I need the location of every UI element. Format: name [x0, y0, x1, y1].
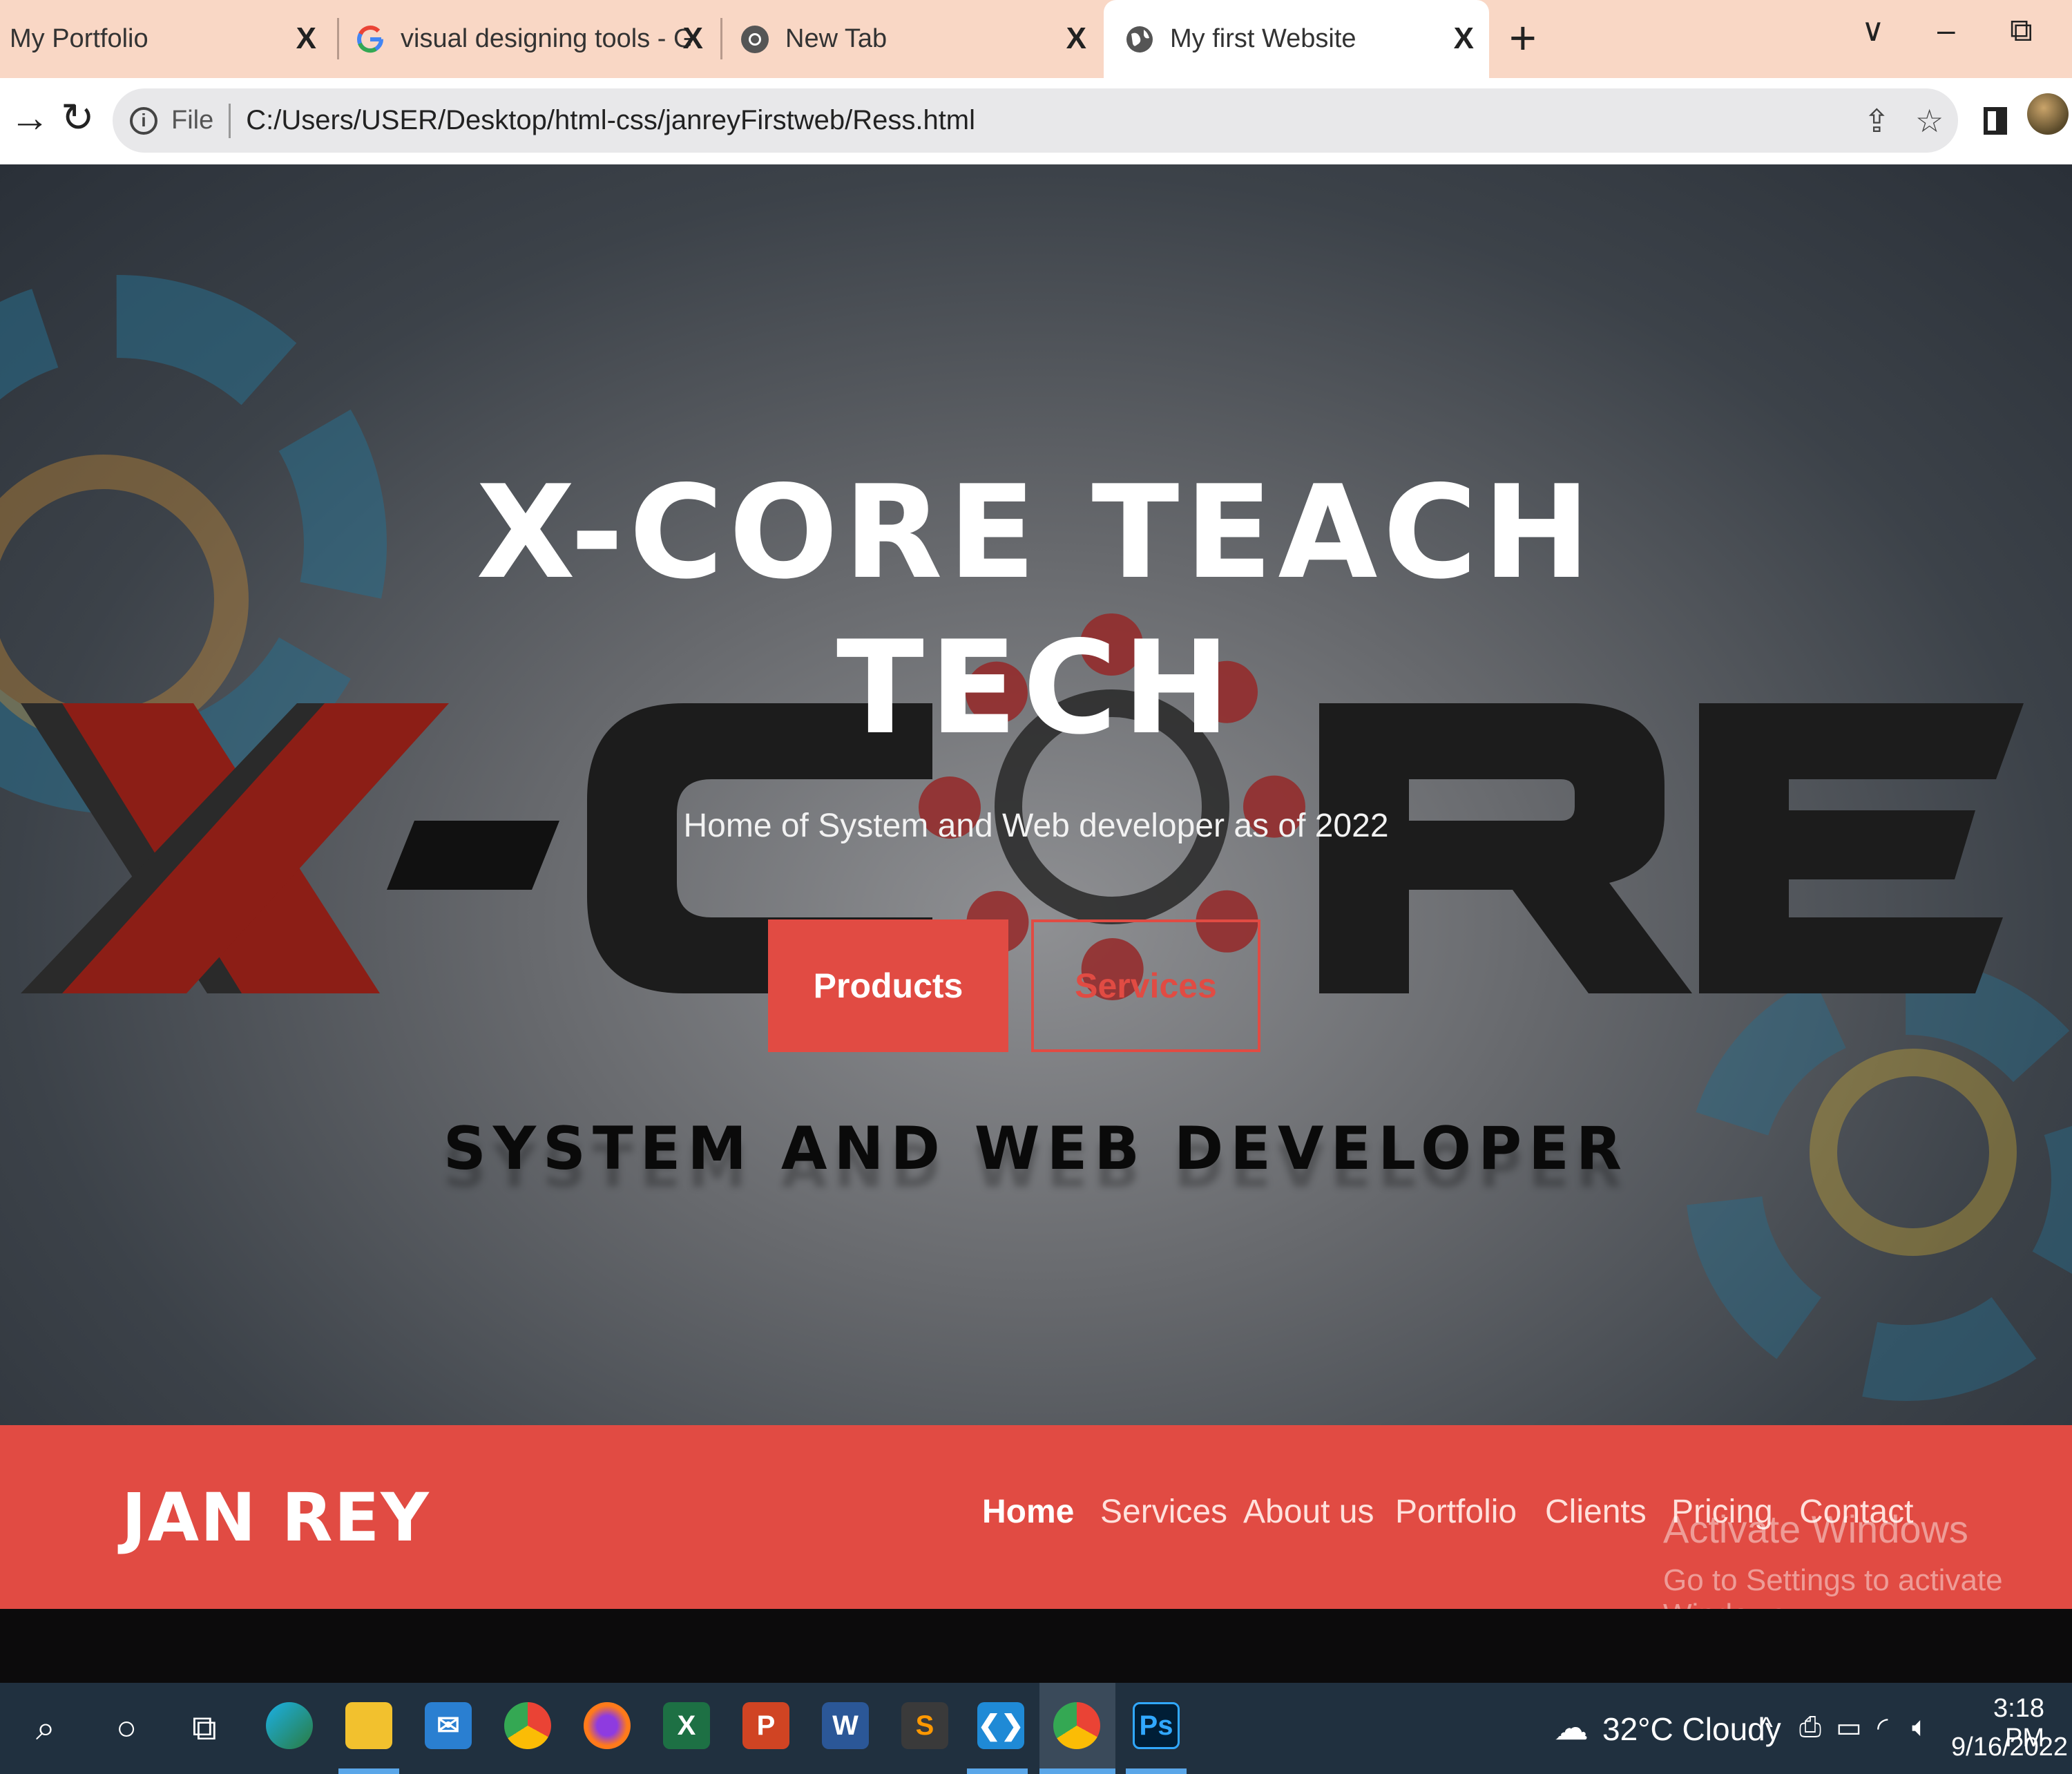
site-logo[interactable]: JAN REY	[122, 1479, 430, 1556]
excel-icon[interactable]: X	[663, 1702, 710, 1749]
chrome-icon[interactable]	[504, 1702, 551, 1749]
browser-tab-strip: My Portfolio X visual designing tools - …	[0, 0, 2072, 78]
clock-date[interactable]: 9/16/2022	[1951, 1733, 2068, 1762]
hero-tagline: System and Web Developer	[443, 1114, 1629, 1183]
share-icon[interactable]: ⇪	[1863, 102, 1890, 140]
address-separator	[229, 103, 231, 138]
tab-search-chevron-icon[interactable]: ∨	[1861, 11, 1885, 48]
cloud-weather-icon[interactable]: ☁	[1554, 1708, 1589, 1748]
battery-icon[interactable]: ▭	[1836, 1712, 1862, 1744]
tab-my-portfolio[interactable]: My Portfolio X	[0, 0, 332, 78]
hero-title-line: Tech	[836, 613, 1236, 763]
new-tab-button[interactable]: +	[1509, 15, 1537, 61]
hero-title: X-Core Teach Tech	[0, 455, 2072, 765]
services-button[interactable]: Services	[1031, 919, 1260, 1052]
tab-visual-designing-tools[interactable]: visual designing tools - Google S X	[345, 0, 718, 78]
photoshop-icon[interactable]: Ps	[1133, 1702, 1180, 1749]
page-bottom-strip	[0, 1609, 2072, 1683]
close-icon[interactable]: X	[1066, 21, 1086, 57]
tab-title: My Portfolio	[10, 24, 148, 53]
hero-subtitle: Home of System and Web developer as of 2…	[683, 808, 1389, 844]
volume-icon[interactable]: 🔈︎	[1912, 1712, 1928, 1743]
running-indicator	[1126, 1768, 1187, 1774]
sublime-text-icon[interactable]: S	[901, 1702, 948, 1749]
edge-icon[interactable]	[266, 1702, 313, 1749]
nav-home[interactable]: Home	[982, 1493, 1074, 1531]
search-icon[interactable]: ⌕	[36, 1708, 55, 1748]
running-indicator	[1039, 1768, 1115, 1774]
vscode-icon[interactable]: ❮❯	[977, 1702, 1024, 1749]
nav-services[interactable]: Services	[1100, 1493, 1227, 1531]
close-icon[interactable]: X	[683, 21, 703, 57]
word-icon[interactable]: W	[822, 1702, 869, 1749]
bookmark-star-icon[interactable]: ☆	[1915, 102, 1944, 140]
info-icon[interactable]: i	[130, 106, 157, 135]
restore-button[interactable]: ⧉	[2010, 11, 2033, 50]
cortana-icon[interactable]: ○	[116, 1708, 137, 1748]
task-view-icon[interactable]: ⧉	[192, 1708, 217, 1748]
minimize-button[interactable]: –	[1937, 11, 1955, 48]
firefox-icon[interactable]	[584, 1702, 631, 1749]
wifi-icon[interactable]: ◜	[1877, 1712, 1888, 1744]
address-bar[interactable]: i File C:/Users/USER/Desktop/html-css/ja…	[113, 88, 1958, 153]
running-indicator	[967, 1768, 1028, 1774]
file-explorer-icon[interactable]	[345, 1702, 392, 1749]
globe-icon	[1126, 26, 1153, 53]
side-panel-icon[interactable]	[1984, 107, 2007, 135]
chrome-icon[interactable]	[1053, 1702, 1100, 1749]
hero-section: X-Core Teach Tech Home of System and Web…	[0, 164, 2072, 1425]
nav-about-us[interactable]: About us	[1243, 1493, 1374, 1531]
chevron-up-icon[interactable]: ^	[1760, 1712, 1773, 1743]
mail-icon[interactable]: ✉	[425, 1702, 472, 1749]
browser-toolbar: → ↻ i File C:/Users/USER/Desktop/html-cs…	[0, 78, 2072, 164]
close-icon[interactable]: X	[1454, 21, 1474, 57]
chrome-icon	[741, 25, 769, 53]
nav-clients[interactable]: Clients	[1545, 1493, 1647, 1531]
weather-text[interactable]: 32°C Cloudy	[1602, 1710, 1781, 1748]
scheme-label: File	[171, 106, 214, 135]
site-navbar: JAN REY Home Services About us Portfolio…	[0, 1425, 2072, 1632]
windows-taskbar: ⌕ ○ ⧉ ✉ X P W S ❮❯ Ps ☁ 32°C Cloudy ^ ⎙ …	[0, 1683, 2072, 1774]
tab-my-first-website[interactable]: My first Website X	[1104, 0, 1489, 78]
tab-new-tab[interactable]: New Tab X	[729, 0, 1102, 78]
nav-portfolio[interactable]: Portfolio	[1395, 1493, 1517, 1531]
tab-separator	[337, 18, 339, 59]
running-indicator	[338, 1768, 399, 1774]
powerpoint-icon[interactable]: P	[742, 1702, 789, 1749]
products-button[interactable]: Products	[768, 919, 1008, 1052]
url-text[interactable]: C:/Users/USER/Desktop/html-css/janreyFir…	[246, 105, 975, 136]
hero-title-line: X-Core Teach	[476, 457, 1596, 607]
activate-windows-watermark: Activate Windows	[1663, 1507, 1968, 1551]
reload-icon[interactable]: ↻	[61, 97, 95, 139]
tab-title: New Tab	[785, 24, 888, 53]
tab-separator	[720, 18, 722, 59]
google-icon	[357, 25, 383, 53]
meet-now-icon[interactable]: ⎙	[1799, 1712, 1821, 1743]
forward-arrow-icon[interactable]: →	[10, 97, 50, 139]
profile-avatar[interactable]	[2027, 93, 2069, 135]
tab-title: visual designing tools - Google S	[401, 24, 691, 53]
close-icon[interactable]: X	[296, 21, 316, 57]
tab-title: My first Website	[1170, 24, 1356, 53]
